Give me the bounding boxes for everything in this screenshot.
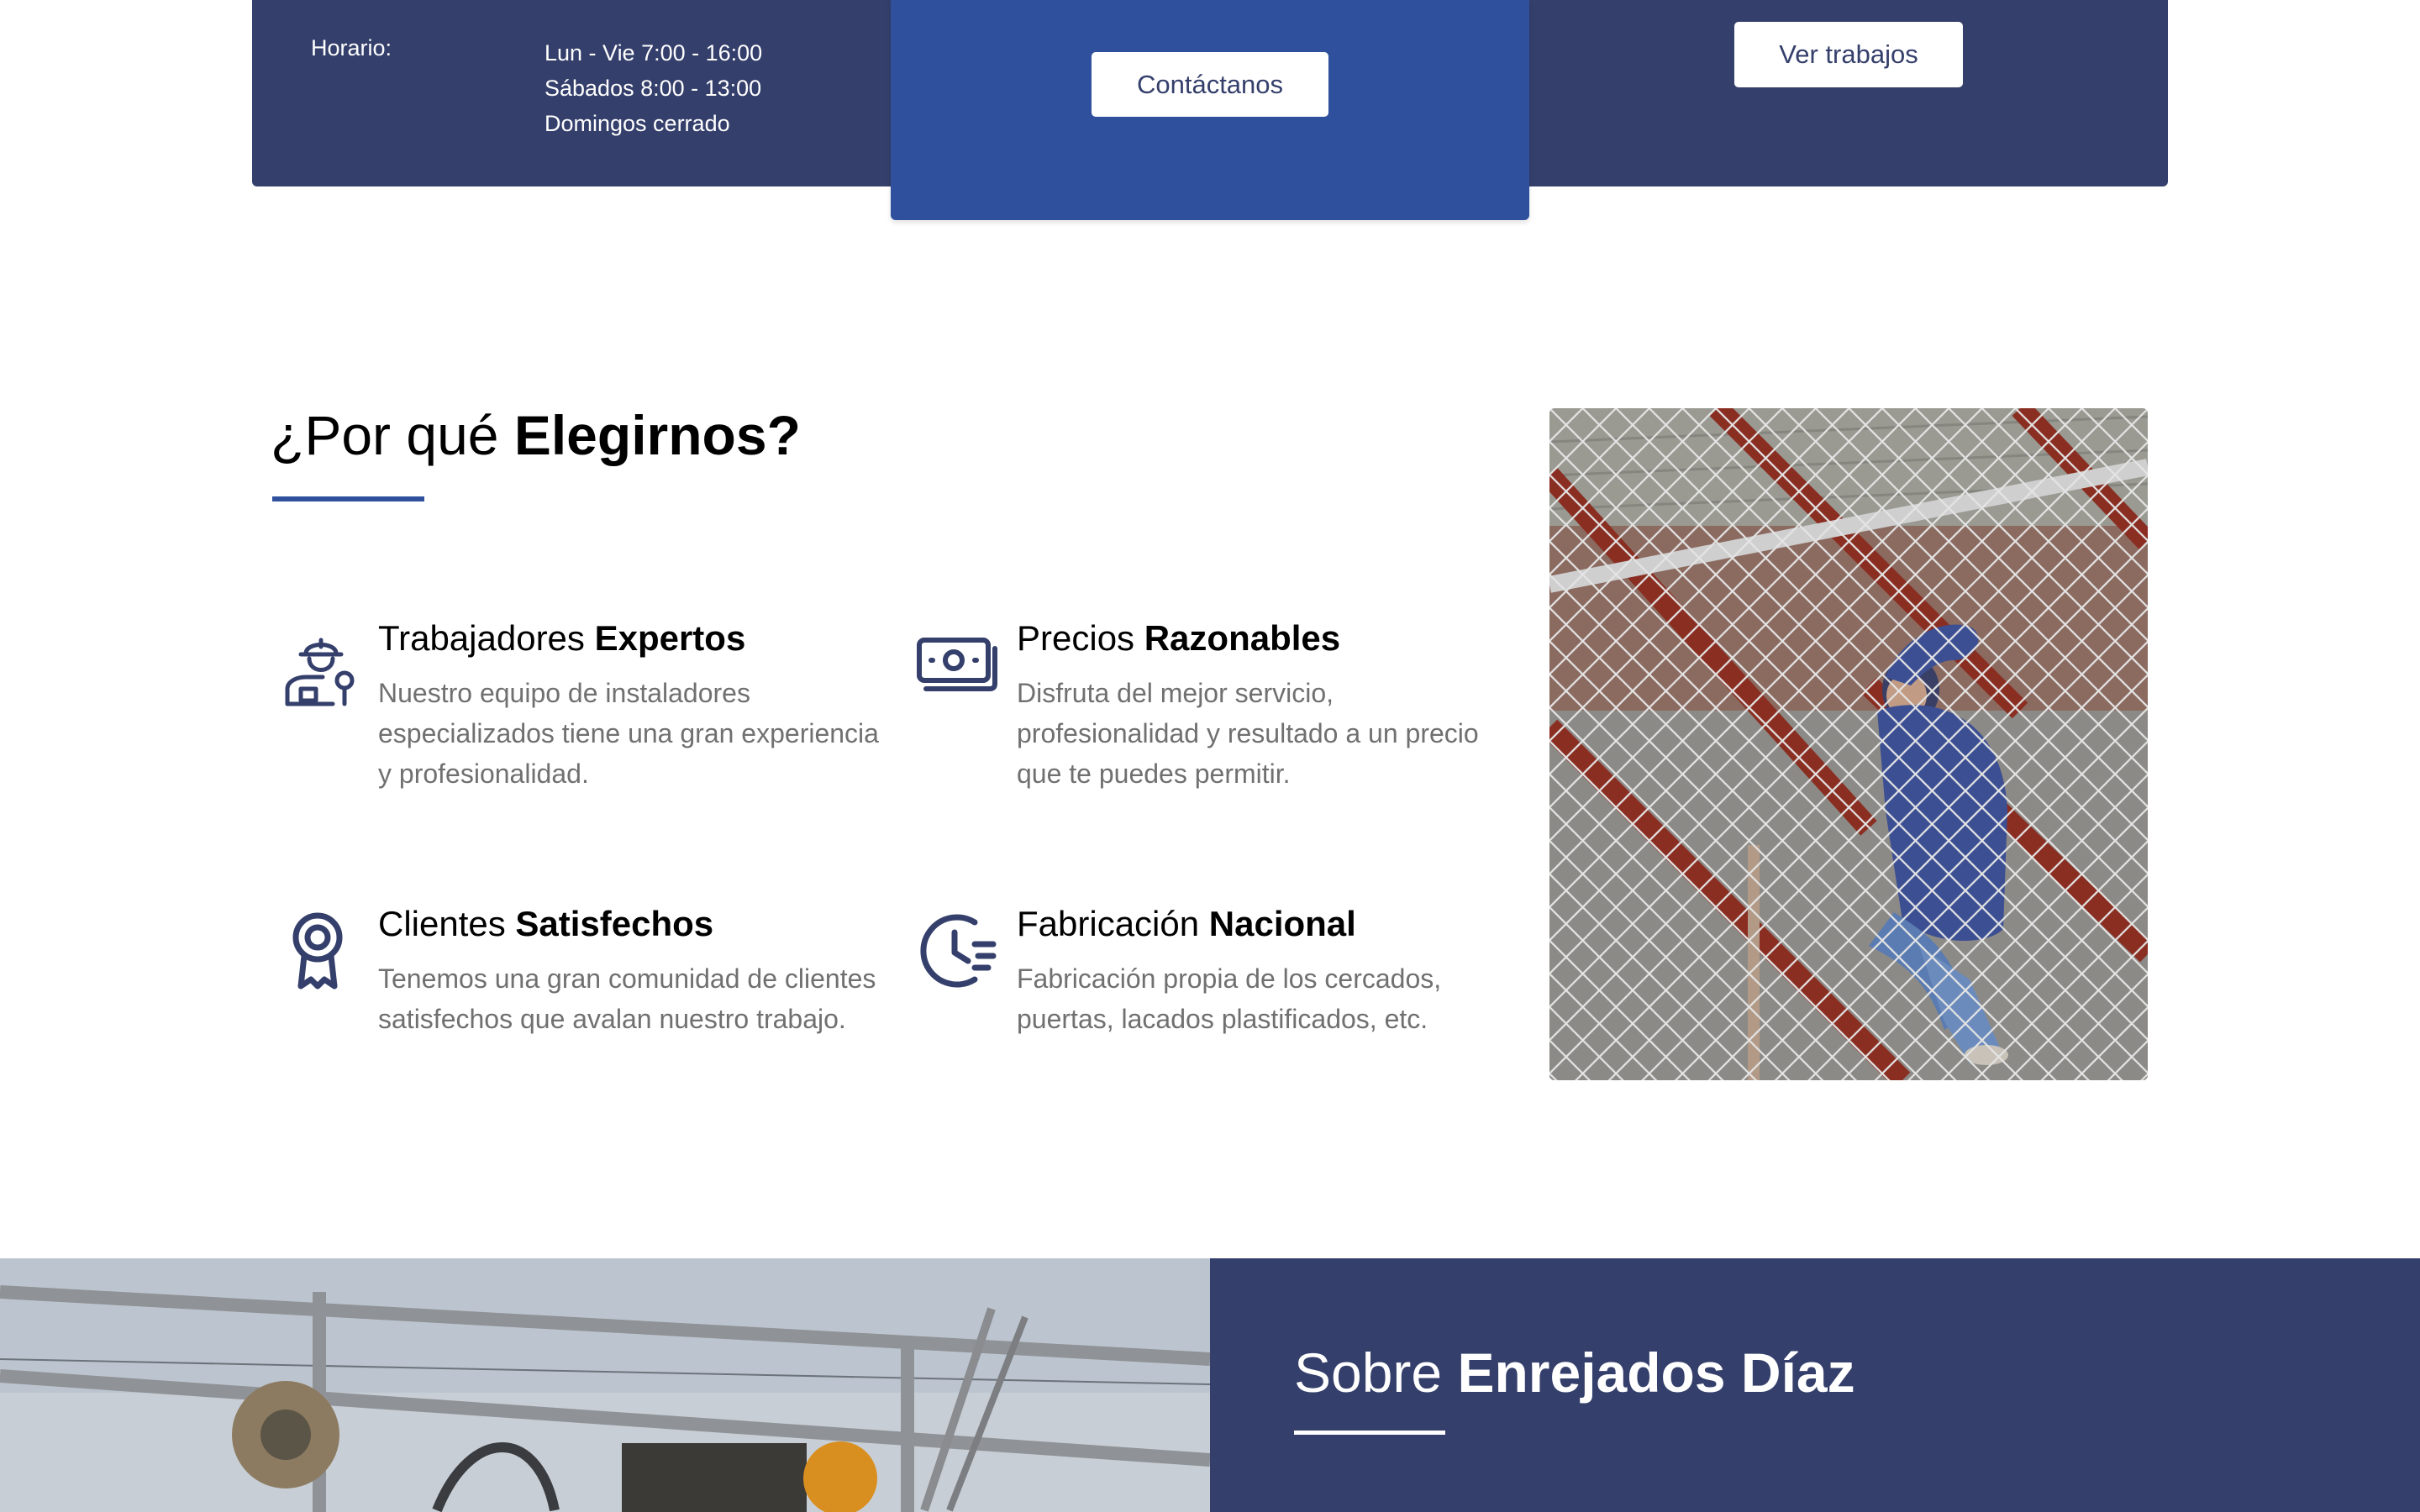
award-ribbon-icon [292,912,343,990]
feature-title-regular: Precios [1017,618,1144,658]
feature-desc-experts: Nuestro equipo de instaladores especiali… [378,678,879,789]
fence-installer-photo [1549,408,2148,1080]
feature-title-regular: Clientes [378,904,516,943]
feature-title-national: Fabricación Nacional [1017,904,1356,944]
worker-icon [285,638,355,706]
why-title-regular: ¿Por qué [271,404,514,466]
hours-label: Horario: [311,35,392,60]
about-title-underline [1294,1431,1445,1435]
feature-title-experts: Trabajadores Expertos [378,618,745,659]
about-title: Sobre Enrejados Díaz [1294,1341,1855,1404]
feature-title-regular: Trabajadores [378,618,595,658]
feature-title-regular: Fabricación [1017,904,1209,943]
title-underline [272,496,424,501]
trailer-equipment-image [0,1258,1210,1512]
contact-button[interactable]: Contáctanos [1092,52,1328,117]
clock-icon [920,914,997,988]
hours-saturday: Sábados 8:00 - 13:00 [544,76,762,101]
feature-desc-prices: Disfruta del mejor servicio, profesional… [1017,678,1479,789]
hours-sunday: Domingos cerrado [544,111,730,136]
view-works-button[interactable]: Ver trabajos [1734,22,1963,87]
money-icon [917,638,997,691]
about-photo [0,1258,1210,1512]
about-title-regular: Sobre [1294,1341,1458,1404]
feature-title-prices: Precios Razonables [1017,618,1340,659]
why-title-bold: Elegirnos? [513,404,801,466]
feature-title-clients: Clientes Satisfechos [378,904,713,944]
feature-title-bold: Razonables [1144,618,1341,658]
feature-title-bold: Nacional [1208,904,1356,943]
why-section-title: ¿Por qué Elegirnos? [271,403,801,467]
about-title-bold: Enrejados Díaz [1457,1341,1855,1404]
feature-title-bold: Satisfechos [515,904,714,943]
hours-list: Lun - Vie 7:00 - 16:00 Sábados 8:00 - 13… [544,35,762,141]
fence-installer-image [1549,408,2148,1080]
feature-desc-clients: Tenemos una gran comunidad de clientes s… [378,963,876,1034]
hours-weekdays: Lun - Vie 7:00 - 16:00 [544,40,763,66]
feature-desc-national: Fabricación propia de los cercados, puer… [1017,963,1442,1034]
feature-title-bold: Expertos [594,618,746,658]
